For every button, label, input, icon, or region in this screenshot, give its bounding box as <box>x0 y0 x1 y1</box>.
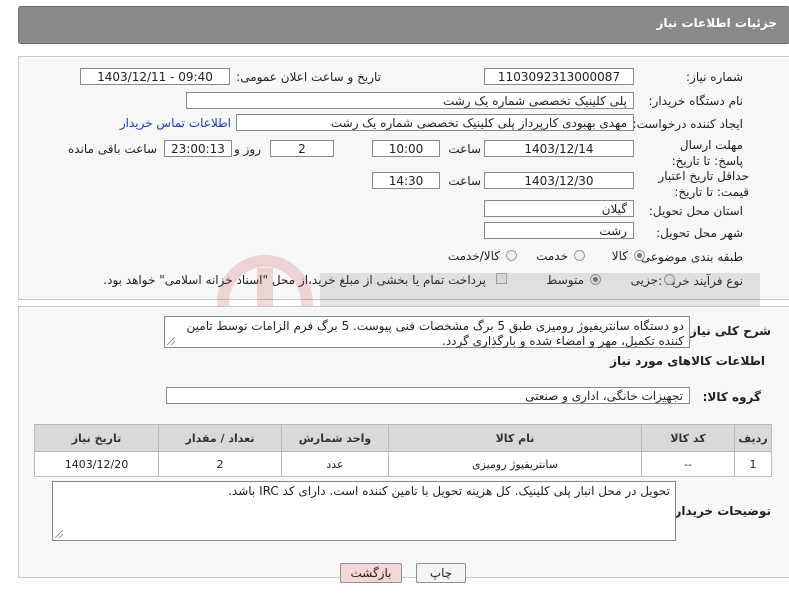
category-option-goods-service: کالا/خدمت <box>447 249 500 263</box>
announce-label: تاریخ و ساعت اعلان عمومی: <box>236 70 381 84</box>
city-field: رشت <box>484 222 634 239</box>
days-field: 2 <box>270 140 334 157</box>
need-number-label: شماره نیاز: <box>686 70 743 84</box>
description-textarea[interactable]: دو دستگاه سانتریفیوژ رومیزی طبق 5 برگ مش… <box>164 316 690 348</box>
col-code: کد کالا <box>641 424 735 452</box>
days-label: روز و <box>234 142 261 156</box>
buyer-notes-textarea[interactable]: تحویل در محل انبار پلی کلینیک. کل هزینه … <box>52 481 676 541</box>
goods-group-label: گروه کالا: <box>702 390 761 404</box>
creator-label: ایجاد کننده درخواست: <box>632 117 743 131</box>
payment-note: پرداخت تمام یا بخشی از مبلغ خرید،از محل … <box>103 273 486 287</box>
buyer-notes-text: تحویل در محل انبار پلی کلینیک. کل هزینه … <box>228 484 670 498</box>
col-unit: واحد شمارش <box>281 424 389 452</box>
goods-group-field: تجهیزات خانگی، اداری و صنعتی <box>166 387 690 404</box>
buyer-contact-link[interactable]: اطلاعات تماس خریدار <box>120 116 231 130</box>
city-label: شهر محل تحویل: <box>656 226 743 240</box>
goods-table: ردیف کد کالا نام کالا واحد شمارش تعداد /… <box>34 424 772 477</box>
deadline-time-field: 10:00 <box>372 140 440 157</box>
back-button[interactable]: بازگشت <box>340 563 402 583</box>
announce-field: 1403/12/11 - 09:40 <box>80 68 230 85</box>
need-number-field: 1103092313000087 <box>484 68 634 85</box>
print-button[interactable]: چاپ <box>416 563 466 583</box>
process-option-medium: متوسط <box>546 273 584 287</box>
cell-qty: 2 <box>158 451 282 477</box>
col-name: نام کالا <box>388 424 642 452</box>
category-label: طبقه بندی موضوعی: <box>636 250 743 264</box>
validity-label: حداقل تاریخ اعتبار قیمت: تا تاریخ: <box>658 169 749 199</box>
cell-date: 1403/12/20 <box>34 451 159 477</box>
remaining-time-label: ساعت باقی مانده <box>67 142 157 156</box>
province-field: گیلان <box>484 200 634 217</box>
validity-time-field: 14:30 <box>372 172 440 189</box>
resize-handle-icon[interactable] <box>55 530 63 538</box>
description-label: شرح کلی نیاز: <box>685 324 771 338</box>
process-radio-minor[interactable] <box>664 274 675 285</box>
resize-handle-icon[interactable] <box>167 337 175 345</box>
validity-date-field: 1403/12/30 <box>484 172 634 189</box>
creator-field: مهدی بهبودی کارپرداز پلی کلینیک تخصصی شم… <box>236 114 634 131</box>
category-option-goods: کالا <box>611 249 628 263</box>
category-radio-goods[interactable] <box>634 250 645 261</box>
remaining-time-field: 23:00:13 <box>164 140 232 157</box>
process-radio-medium[interactable] <box>590 274 601 285</box>
cell-code: -- <box>641 451 735 477</box>
deadline-label: مهلت ارسال پاسخ: تا تاریخ: <box>671 138 743 168</box>
treasury-checkbox[interactable] <box>496 273 507 284</box>
goods-section-title: اطلاعات کالاهای مورد نیاز <box>610 354 765 368</box>
goods-table-header: ردیف کد کالا نام کالا واحد شمارش تعداد /… <box>34 424 772 452</box>
cell-unit: عدد <box>281 451 389 477</box>
cell-name: سانتریفیوژ رومیزی <box>388 451 642 477</box>
buyer-label: نام دستگاه خریدار: <box>648 94 744 108</box>
col-qty: تعداد / مقدار <box>158 424 282 452</box>
buyer-field: پلی کلینیک تخصصی شماره یک رشت <box>186 92 634 109</box>
province-label: استان محل تحویل: <box>648 204 743 218</box>
buyer-notes-label: توضیحات خریدار: <box>669 504 771 518</box>
cell-row: 1 <box>734 451 772 477</box>
deadline-date-field: 1403/12/14 <box>484 140 634 157</box>
validity-time-label: ساعت <box>448 174 481 188</box>
col-row: ردیف <box>734 424 772 452</box>
table-row: 1 -- سانتریفیوژ رومیزی عدد 2 1403/12/20 <box>34 451 772 477</box>
col-date: تاریخ نیاز <box>34 424 159 452</box>
process-option-minor: جزیی <box>630 273 658 287</box>
page-header: جزئیات اطلاعات نیاز <box>18 6 789 44</box>
category-radio-goods-service[interactable] <box>506 250 517 261</box>
category-radio-service[interactable] <box>574 250 585 261</box>
page-title: جزئیات اطلاعات نیاز <box>656 16 777 30</box>
category-option-service: خدمت <box>536 249 568 263</box>
deadline-time-label: ساعت <box>448 142 481 156</box>
description-text: دو دستگاه سانتریفیوژ رومیزی طبق 5 برگ مش… <box>186 319 684 348</box>
